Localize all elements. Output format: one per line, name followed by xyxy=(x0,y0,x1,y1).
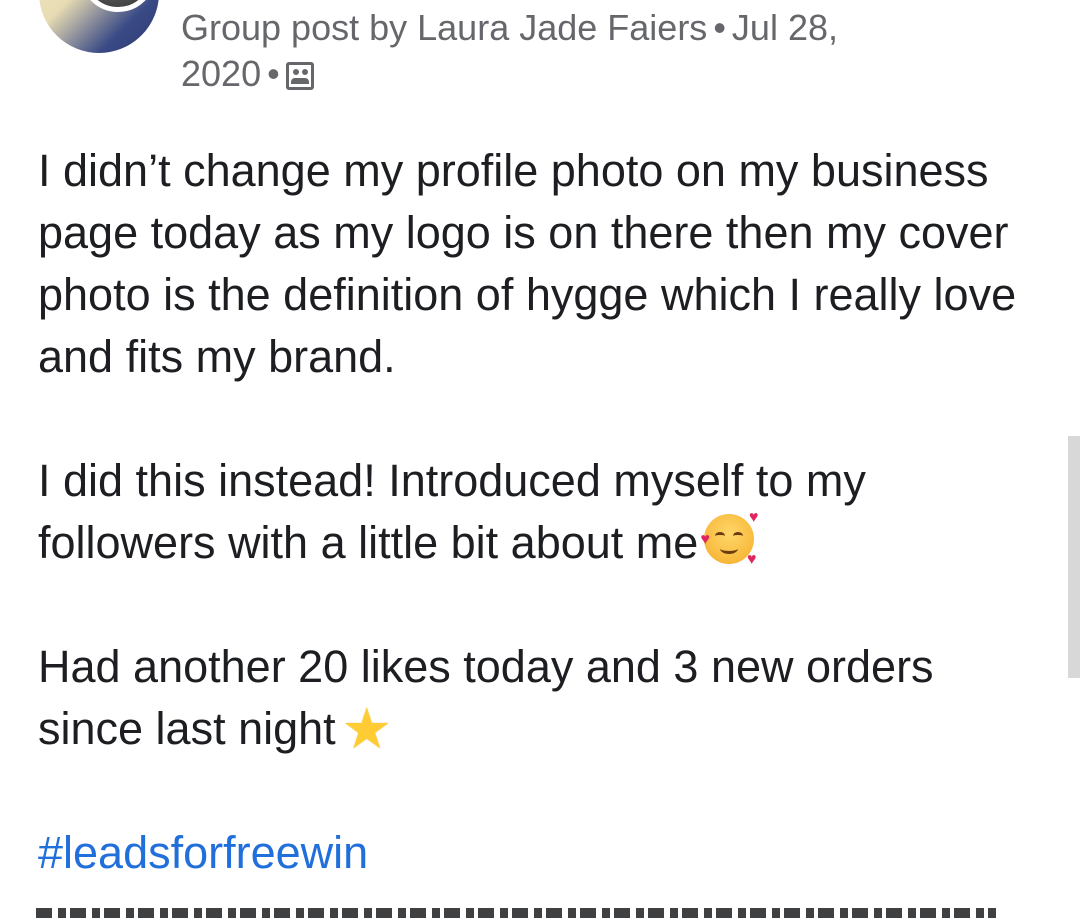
meta-separator: • xyxy=(267,53,280,94)
smiling-face-with-hearts-icon: ♥ ♥ ♥ xyxy=(700,509,759,568)
group-avatar[interactable] xyxy=(36,0,162,56)
author-name-link[interactable]: Laura Jade Faiers xyxy=(417,7,707,48)
meta-separator: • xyxy=(713,7,726,48)
scrollbar[interactable] xyxy=(1068,436,1080,678)
group-icon xyxy=(285,62,314,90)
cut-off-text-line xyxy=(36,908,996,918)
post-paragraph: I didn’t change my profile photo on my b… xyxy=(38,145,1017,382)
hashtag-paragraph: #leadsforfreewin xyxy=(38,822,1038,884)
post-paragraph: Had another 20 likes today and 3 new ord… xyxy=(38,641,934,762)
group-post-label: Group post by xyxy=(181,7,408,48)
hashtag-link[interactable]: #leadsforfreewin xyxy=(38,827,368,878)
post-paragraph: I did this instead! Introduced myself to… xyxy=(38,455,866,568)
avatar-stack[interactable] xyxy=(36,0,166,56)
star-icon: ★ xyxy=(341,697,392,762)
post-meta: Group post by Laura Jade Faiers • Jul 28, 2… xyxy=(181,5,1041,97)
post-body: I didn’t change my profile photo on my b… xyxy=(38,140,1038,884)
